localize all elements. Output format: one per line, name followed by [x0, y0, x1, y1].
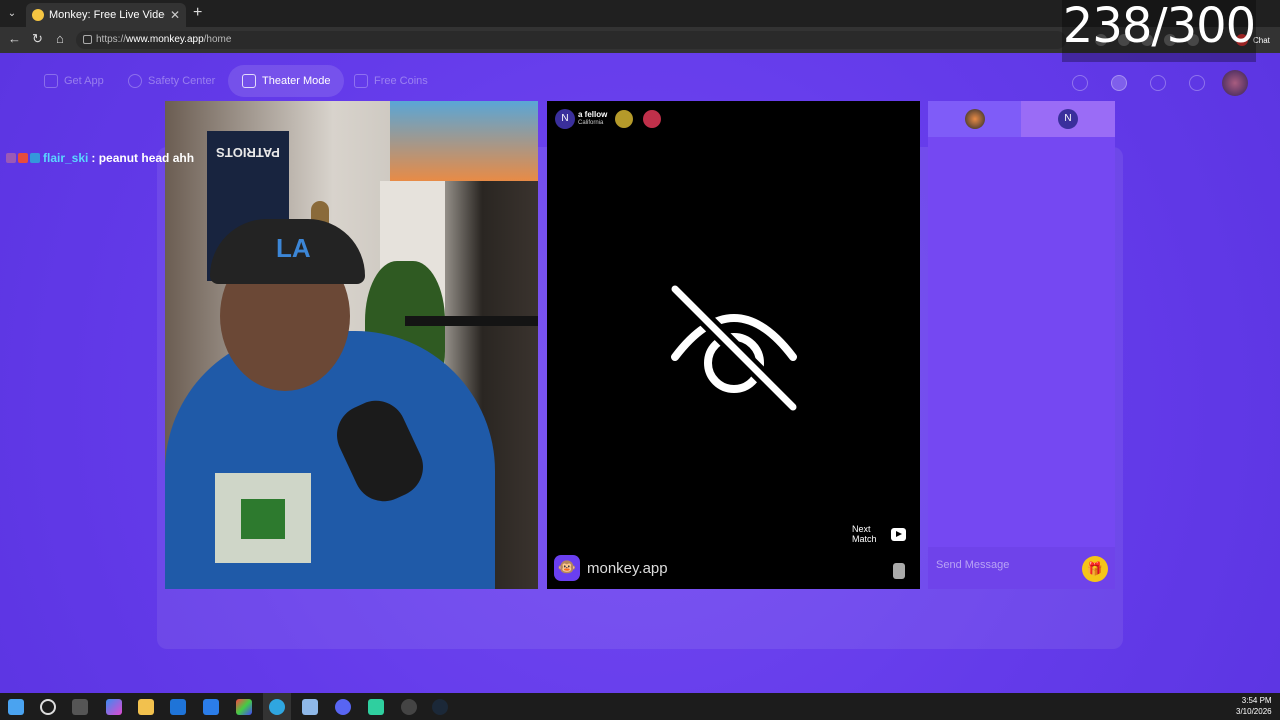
- windows-start-icon[interactable]: [8, 699, 24, 715]
- phone-icon: [44, 74, 58, 88]
- monkey-brand-watermark: 🐵 monkey.app: [554, 555, 668, 581]
- chat-username: flair_ski: [43, 151, 89, 165]
- back-icon[interactable]: ←: [8, 31, 21, 46]
- lock-icon[interactable]: [83, 35, 92, 44]
- clock-time: 3:54 PM: [1241, 696, 1272, 705]
- badge-icon: [6, 153, 16, 163]
- store-icon[interactable]: [203, 699, 219, 715]
- gift-button[interactable]: 🎁: [1082, 556, 1108, 582]
- badge-icon: [18, 153, 28, 163]
- shield-icon: [128, 74, 142, 88]
- heart-badge-icon[interactable]: [615, 110, 633, 128]
- url-field[interactable]: https://www.monkey.app/home: [76, 31, 1066, 49]
- task-view-icon[interactable]: [72, 699, 88, 715]
- gift-badge-icon[interactable]: [643, 110, 661, 128]
- messages-icon[interactable]: [1189, 75, 1205, 91]
- taskbar-clock[interactable]: 3:54 PM 3/10/2026: [1236, 695, 1272, 717]
- goal-counter: 238/300: [1062, 0, 1256, 62]
- home-icon[interactable]: ⌂: [56, 31, 64, 46]
- tab-list-chevron-icon[interactable]: ⌄: [4, 6, 20, 22]
- shop-icon[interactable]: [1111, 75, 1127, 91]
- report-hand-icon[interactable]: [893, 563, 905, 579]
- stream-chat-message: flair_ski : peanut head ahh: [6, 151, 194, 165]
- file-explorer-icon[interactable]: [138, 699, 154, 715]
- obs-icon[interactable]: [401, 699, 417, 715]
- search-icon[interactable]: [1072, 75, 1088, 91]
- avatar[interactable]: [1222, 70, 1248, 96]
- tab-my-chat[interactable]: [928, 101, 1021, 137]
- partner-avatar[interactable]: N: [555, 109, 575, 129]
- next-match-button[interactable]: [891, 528, 906, 541]
- history-icon[interactable]: [1150, 75, 1166, 91]
- partner-name: a fellow: [578, 110, 608, 119]
- send-message-input[interactable]: Send Message 🎁: [928, 547, 1115, 589]
- windows-taskbar: [0, 693, 1280, 720]
- partner-tab-avatar: N: [1058, 109, 1078, 129]
- discord-icon[interactable]: [335, 699, 351, 715]
- brand-text: monkey.app: [587, 559, 668, 577]
- theater-mode-label: Theater Mode: [262, 75, 331, 87]
- new-tab-button[interactable]: +: [193, 4, 202, 22]
- badge-icon: [30, 153, 40, 163]
- safety-center-label: Safety Center: [148, 75, 216, 87]
- tab-close-icon[interactable]: ✕: [170, 8, 180, 22]
- get-app-label: Get App: [64, 75, 104, 87]
- tab-partner-chat[interactable]: N: [1021, 101, 1115, 137]
- next-match-label: Next Match: [852, 524, 877, 544]
- clock-date: 3/10/2026: [1236, 707, 1272, 716]
- monkey-favicon-icon: [32, 9, 44, 21]
- mic-arm: [405, 316, 538, 326]
- steam-icon[interactable]: [432, 699, 448, 715]
- safety-center-button[interactable]: Safety Center: [114, 65, 229, 97]
- monkey-logo-icon: 🐵: [554, 555, 580, 581]
- chat-panel: N Send Message 🎁: [928, 101, 1115, 589]
- self-avatar: [964, 109, 985, 129]
- copilot-icon[interactable]: [106, 699, 122, 715]
- expand-icon: [242, 74, 256, 88]
- refresh-icon[interactable]: ↻: [32, 31, 43, 47]
- theater-mode-button[interactable]: Theater Mode: [228, 65, 345, 97]
- search-icon[interactable]: [40, 699, 56, 715]
- camera-off-eye-icon: [669, 283, 799, 413]
- free-coins-label: Free Coins: [374, 75, 428, 87]
- remote-video: N a fellow California Next Match 🐵 monkey…: [547, 101, 920, 589]
- app-icon[interactable]: [368, 699, 384, 715]
- shirt-graphic: [215, 473, 311, 563]
- send-message-placeholder: Send Message: [936, 559, 1010, 571]
- app-icon[interactable]: [302, 699, 318, 715]
- outlook-icon[interactable]: [170, 699, 186, 715]
- app-icon[interactable]: [236, 699, 252, 715]
- palm-tree-painting: [390, 101, 538, 181]
- self-video: PATRIOTS LA: [165, 101, 538, 589]
- get-app-button[interactable]: Get App: [30, 65, 118, 97]
- browser-tab[interactable]: Monkey: Free Live Video Chat ✕: [26, 3, 186, 27]
- free-coins-button[interactable]: Free Coins: [340, 65, 442, 97]
- edge-icon[interactable]: [269, 699, 285, 715]
- chat-badges: [6, 153, 40, 163]
- tab-title: Monkey: Free Live Video Chat: [49, 9, 165, 21]
- coin-bag-icon: [354, 74, 368, 88]
- chat-message-text: : peanut head ahh: [91, 151, 195, 165]
- partner-location: California: [578, 120, 604, 126]
